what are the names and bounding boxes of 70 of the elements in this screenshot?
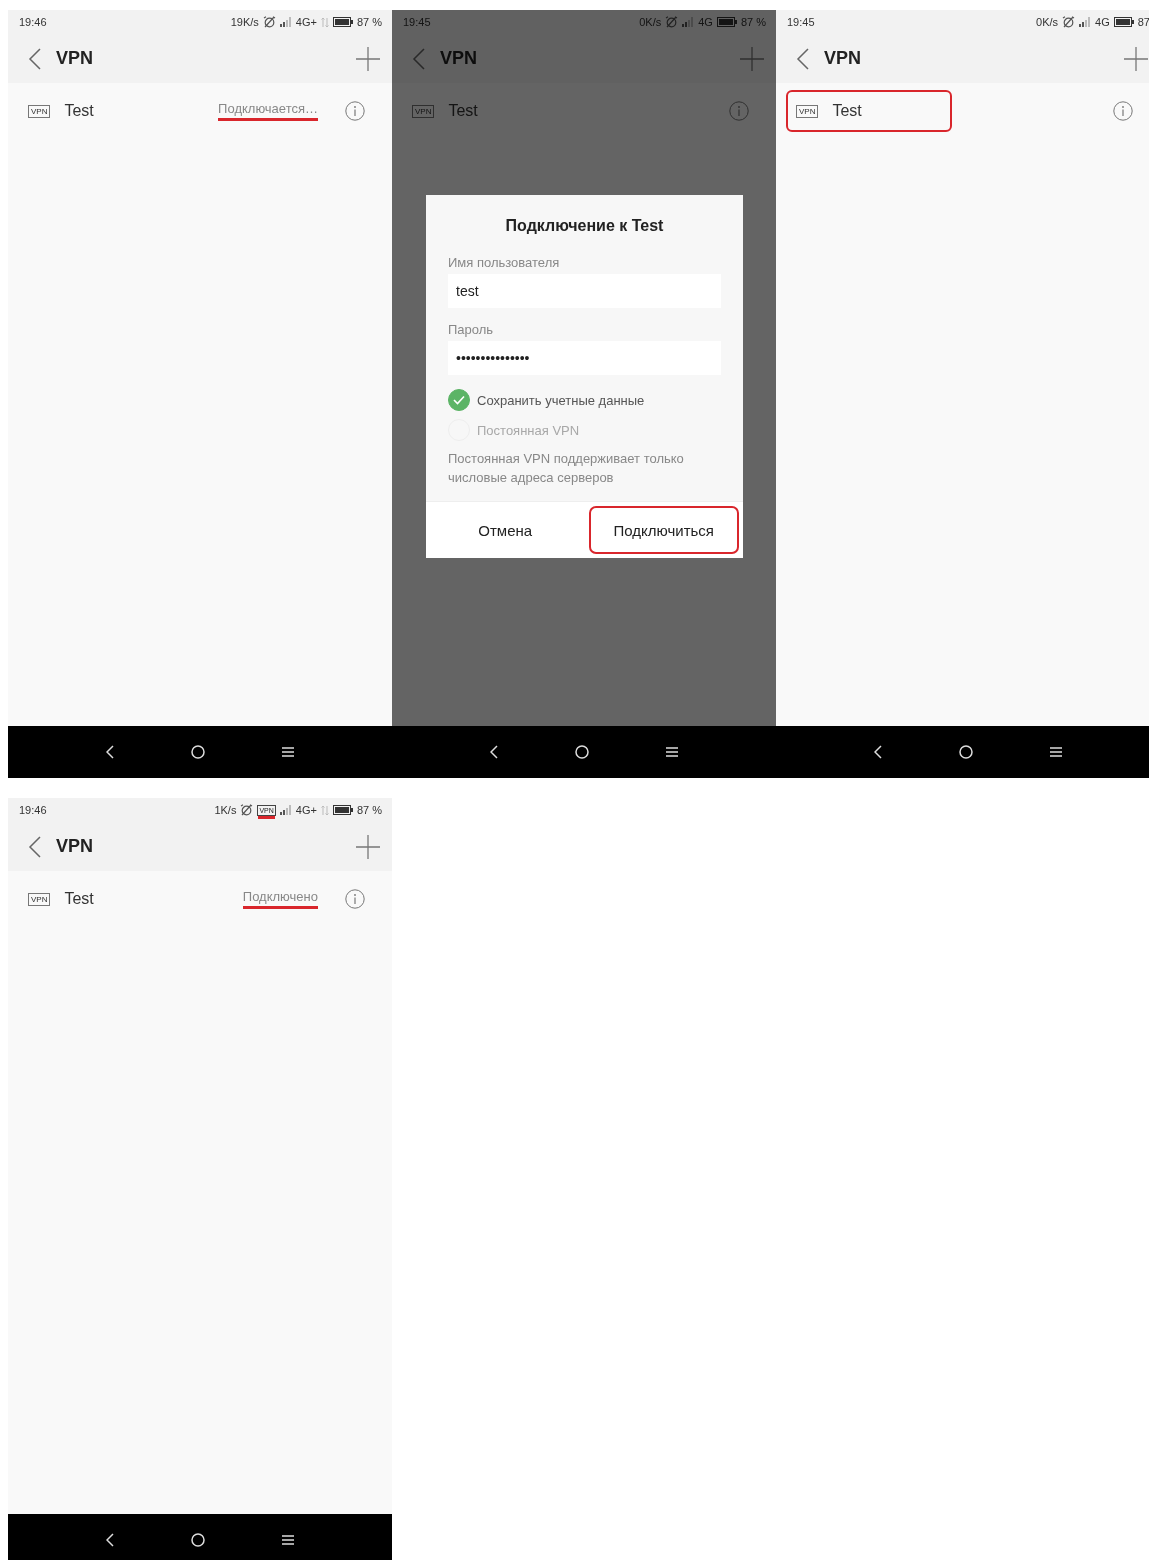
- vpn-list-item[interactable]: VPN Test Подключается…: [8, 83, 392, 139]
- input-field[interactable]: test: [448, 274, 721, 308]
- field-label: Пароль: [448, 322, 495, 337]
- status-time: 19:45: [787, 16, 815, 28]
- network-speed: 0K/s: [1036, 16, 1059, 28]
- add-icon[interactable]: [1124, 46, 1148, 71]
- menu-icon[interactable]: [665, 746, 678, 758]
- page-title: VPN: [56, 836, 93, 857]
- add-icon[interactable]: [356, 46, 380, 71]
- page-title: VPN: [440, 48, 477, 69]
- battery-icon: [332, 805, 353, 815]
- battery-percent: 87 %: [356, 16, 382, 28]
- battery-percent: 87 %: [356, 804, 382, 816]
- alarm-off-icon: [665, 16, 679, 28]
- checkmark-icon: [453, 395, 465, 405]
- battery-icon: [332, 17, 353, 27]
- status-time: 19:46: [19, 804, 47, 816]
- status-time: 19:45: [403, 16, 431, 28]
- battery-percent: 87 %: [740, 16, 766, 28]
- menu-icon[interactable]: [1049, 746, 1062, 758]
- vpn-name: Test: [64, 890, 94, 908]
- battery-icon: [1113, 17, 1134, 27]
- network-speed: 19K/s: [230, 16, 259, 28]
- network-speed: 1K/s: [214, 804, 237, 816]
- vpn-name: Test: [448, 102, 478, 120]
- info-icon[interactable]: [1113, 101, 1133, 121]
- option-label: Сохранить учетные данные: [477, 392, 645, 408]
- home-icon[interactable]: [575, 745, 589, 759]
- network-type: 4G+: [295, 804, 317, 816]
- network-speed: 0K/s: [639, 16, 662, 28]
- input-field[interactable]: •••••••••••••••: [448, 341, 721, 375]
- signal-icon: [279, 805, 292, 815]
- vpn-icon: VPN: [28, 104, 51, 118]
- info-icon[interactable]: [345, 101, 365, 121]
- menu-icon[interactable]: [281, 1534, 294, 1546]
- status-time: 19:46: [19, 16, 47, 28]
- battery-percent: 87: [1137, 16, 1149, 28]
- network-type: 4G: [698, 16, 713, 28]
- vpn-name: Test: [64, 102, 94, 120]
- home-icon[interactable]: [959, 745, 973, 759]
- vpn-icon: VPN: [412, 104, 435, 118]
- home-icon[interactable]: [191, 1533, 205, 1547]
- alarm-off-icon: [1062, 16, 1076, 28]
- alarm-off-icon: [262, 16, 276, 28]
- vpn-icon: VPN: [28, 892, 51, 906]
- dialog-note: Постоянная VPN поддерживает только числовые адреса серверов: [448, 450, 685, 487]
- dialog-button[interactable]: Подключиться: [588, 506, 739, 554]
- checkbox[interactable]: [448, 389, 470, 411]
- connection-status: Подключается…: [218, 101, 318, 121]
- vpn-icon: VPN: [796, 104, 819, 118]
- menu-icon[interactable]: [281, 746, 294, 758]
- signal-icon: [682, 17, 695, 27]
- home-icon[interactable]: [191, 745, 205, 759]
- vpn-name: Test: [832, 102, 862, 120]
- network-type: 4G: [1095, 16, 1110, 28]
- vpn-list-item[interactable]: VPN Test Подключено: [8, 871, 392, 927]
- info-icon[interactable]: [345, 889, 365, 909]
- signal-icon: [279, 17, 292, 27]
- page-title: VPN: [56, 48, 93, 69]
- field-label: Имя пользователя: [448, 255, 561, 270]
- alarm-off-icon: [240, 804, 254, 816]
- option-label: Постоянная VPN: [477, 422, 580, 438]
- network-type: 4G+: [295, 16, 317, 28]
- signal-icon: [1079, 17, 1092, 27]
- page-title: VPN: [824, 48, 861, 69]
- battery-icon: [716, 17, 737, 27]
- vpn-list-item[interactable]: VPN Test: [776, 83, 1149, 139]
- dialog-title: Подключение к Test: [504, 217, 665, 235]
- add-icon[interactable]: [356, 834, 380, 859]
- connection-status: Подключено: [242, 889, 318, 909]
